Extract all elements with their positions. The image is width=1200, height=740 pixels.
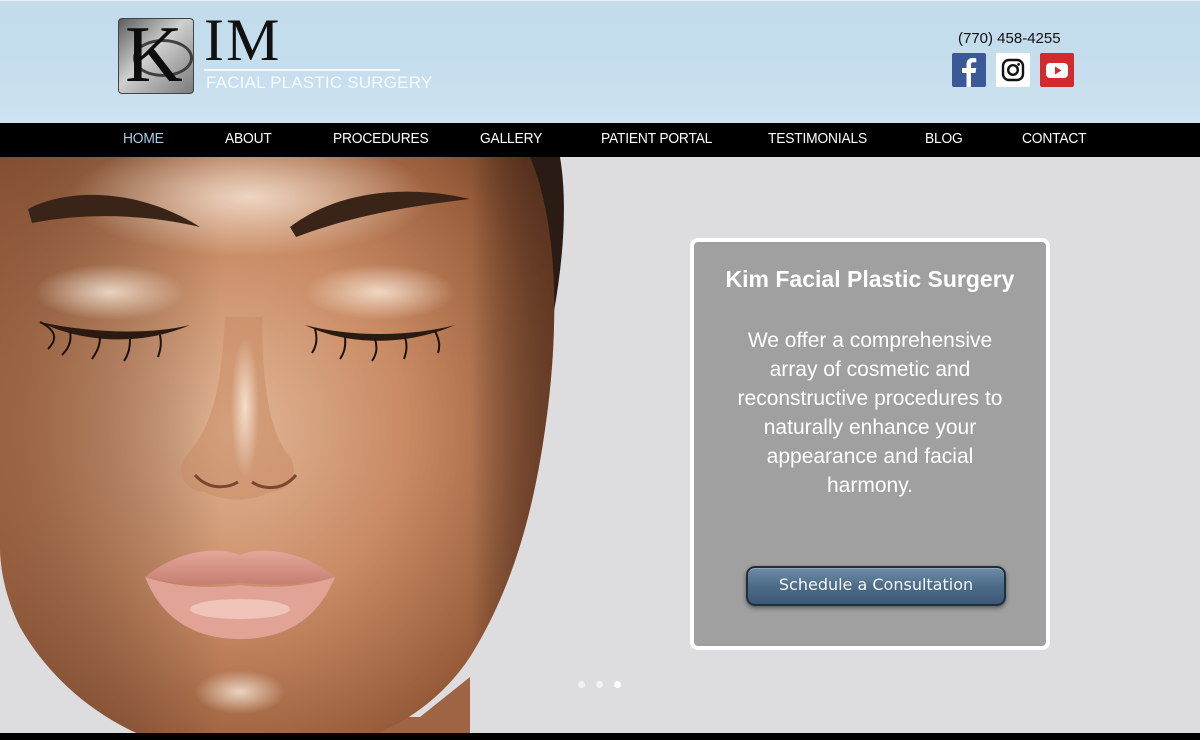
facebook-icon[interactable]	[952, 53, 986, 87]
site-logo[interactable]: K IM FACIAL PLASTIC SURGERY	[118, 10, 432, 96]
hero-slider: Kim Facial Plastic Surgery We offer a co…	[0, 157, 1200, 733]
nav-blog[interactable]: BLOG	[925, 123, 963, 157]
phone-number[interactable]: (770) 458-4255	[958, 30, 1061, 47]
nav-gallery[interactable]: GALLERY	[480, 123, 542, 157]
card-title: Kim Facial Plastic Surgery	[725, 266, 1015, 292]
footer-strip	[0, 733, 1200, 740]
nav-patient-portal[interactable]: PATIENT PORTAL	[601, 123, 712, 157]
nav-testimonials[interactable]: TESTIMONIALS	[768, 123, 867, 157]
nav-home[interactable]: HOME	[123, 123, 164, 157]
nav-procedures[interactable]: PROCEDURES	[333, 123, 429, 157]
logo-name: IM	[204, 7, 282, 73]
logo-subtitle: FACIAL PLASTIC SURGERY	[206, 73, 433, 92]
schedule-consultation-button[interactable]: Schedule a Consultation	[746, 566, 1006, 606]
slider-dot-1[interactable]	[578, 681, 585, 688]
main-navigation: HOME ABOUT PROCEDURES GALLERY PATIENT PO…	[0, 123, 1200, 157]
slider-dot-2[interactable]	[596, 681, 603, 688]
youtube-icon[interactable]	[1040, 53, 1074, 87]
nav-contact[interactable]: CONTACT	[1022, 123, 1087, 157]
hero-face-image	[0, 157, 564, 733]
nav-about[interactable]: ABOUT	[225, 123, 272, 157]
instagram-icon[interactable]	[996, 53, 1030, 87]
site-header: K IM FACIAL PLASTIC SURGERY (770) 458-42…	[0, 0, 1200, 123]
logo-monogram: K	[118, 18, 194, 94]
card-description: We offer a comprehensive array of cosmet…	[737, 329, 1003, 497]
hero-info-card: Kim Facial Plastic Surgery We offer a co…	[690, 238, 1050, 650]
slider-dot-3[interactable]	[614, 681, 621, 688]
